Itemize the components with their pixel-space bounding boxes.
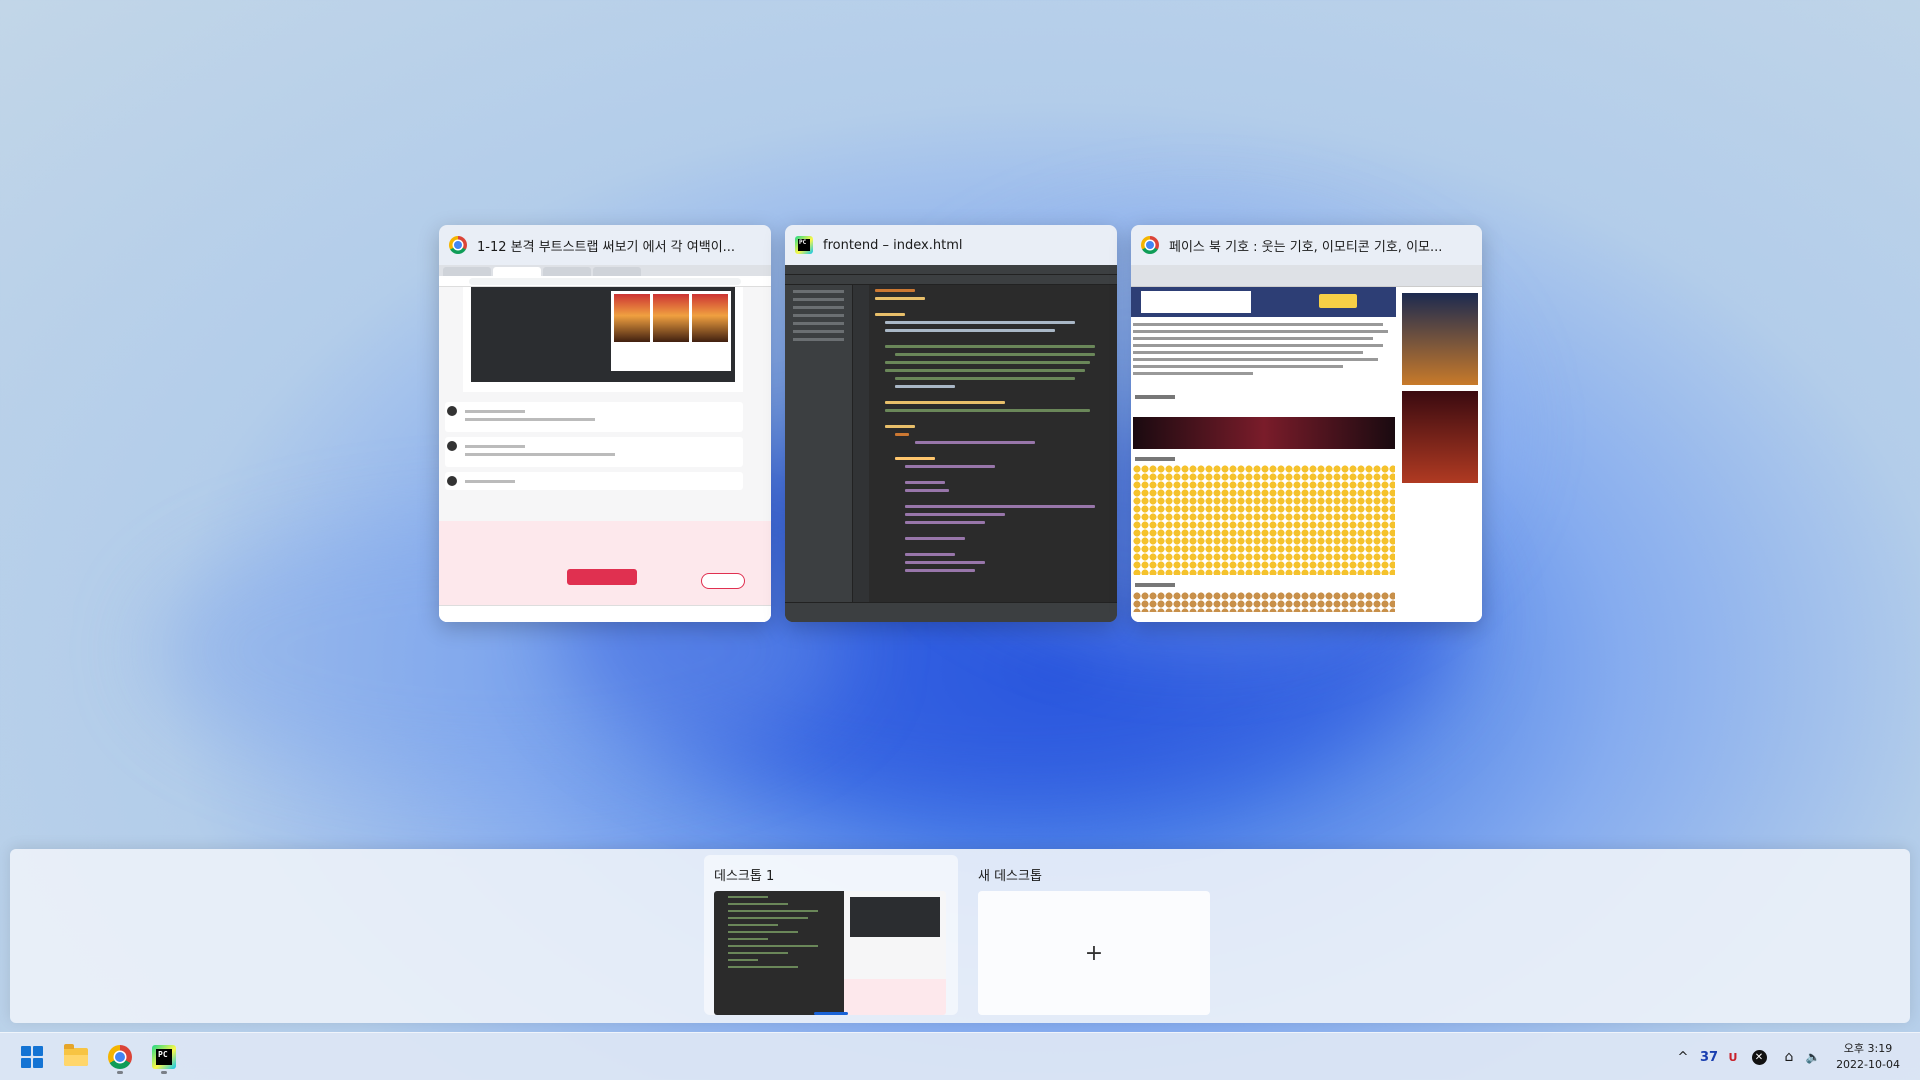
desktop-1[interactable]: 데스크톱 1 [704,855,958,1015]
window-card-title: 1-12 본격 부트스트랩 써보기 에서 각 여백이... [477,239,736,255]
virtual-desktop-panel: 데스크톱 1 새 데스크톱 + [10,849,1910,1023]
window-card-title: frontend – index.html [823,237,963,253]
active-desktop-indicator [814,1012,848,1015]
plus-icon: + [1084,940,1104,966]
tray-badge-37[interactable]: 37 [1696,1033,1722,1080]
file-explorer-button[interactable] [58,1039,94,1075]
window-card-chrome-emoji[interactable]: 페이스 북 기호 : 웃는 기호, 이모티콘 기호, 이모... [1131,225,1482,622]
clock-date: 2022-10-04 [1836,1058,1900,1071]
ime-icon[interactable]: U [1722,1033,1744,1080]
window-thumbnail [785,265,1117,622]
start-button[interactable] [14,1039,50,1075]
window-card-header: PC frontend – index.html [785,225,1117,265]
network-icon[interactable]: ⌂ [1778,1033,1800,1080]
window-card-header: 1-12 본격 부트스트랩 써보기 에서 각 여백이... [439,225,771,265]
window-thumbnail [1131,265,1482,622]
window-thumbnail [439,265,771,622]
pycharm-icon: PC [795,236,813,254]
clock-time: 오후 3:19 [1843,1042,1893,1055]
chrome-icon [1141,236,1159,254]
running-indicator [161,1071,167,1074]
desktop-thumbnail [714,891,946,1015]
chrome-icon [108,1045,132,1069]
new-desktop-button[interactable]: + [978,891,1210,1015]
window-card-chrome-bootstrap[interactable]: 1-12 본격 부트스트랩 써보기 에서 각 여백이... [439,225,771,622]
new-desktop-label: 새 데스크톱 [978,869,1042,884]
running-indicator [117,1071,123,1074]
pycharm-taskbar-button[interactable]: PC [146,1039,182,1075]
show-hidden-icons-chevron[interactable]: ^ [1672,1033,1694,1080]
chrome-icon [449,236,467,254]
pycharm-icon: PC [152,1045,176,1069]
window-card-header: 페이스 북 기호 : 웃는 기호, 이모티콘 기호, 이모... [1131,225,1482,265]
clock[interactable]: 오후 3:19 2022-10-04 [1836,1041,1900,1073]
window-card-title: 페이스 북 기호 : 웃는 기호, 이모티콘 기호, 이모... [1169,239,1443,255]
chrome-taskbar-button[interactable] [102,1039,138,1075]
window-card-pycharm[interactable]: PC frontend – index.html [785,225,1117,622]
start-icon [21,1046,43,1068]
desktop-label: 데스크톱 1 [714,869,775,884]
new-desktop[interactable]: 새 데스크톱 + [968,855,1222,1015]
file-explorer-icon [64,1044,88,1066]
taskbar: PC ^ 37 U ✕ ⌂ 🔈 오후 3:19 2022-10-04 [0,1032,1920,1080]
volume-icon[interactable]: 🔈 [1802,1033,1824,1080]
x-circle-icon[interactable]: ✕ [1748,1033,1770,1080]
